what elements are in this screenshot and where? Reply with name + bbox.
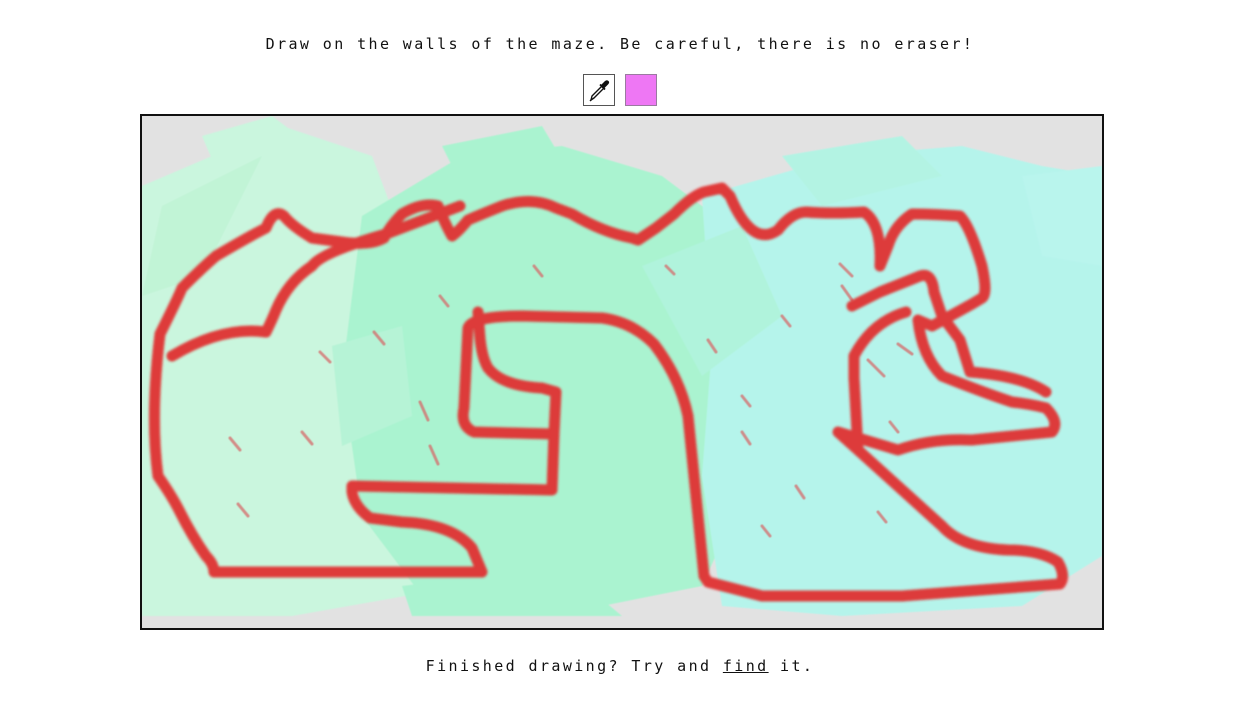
eyedropper-button[interactable]	[583, 74, 615, 106]
find-link[interactable]: find	[723, 657, 769, 675]
footer-suffix: it.	[768, 657, 815, 675]
toolbar	[583, 74, 657, 106]
instruction-text: Draw on the walls of the maze. Be carefu…	[265, 35, 975, 53]
maze-drawing	[142, 116, 1102, 616]
current-color-swatch[interactable]	[625, 74, 657, 106]
drawing-canvas[interactable]	[140, 114, 1104, 630]
eyedropper-icon	[589, 80, 610, 102]
footer-prefix: Finished drawing? Try and	[425, 657, 723, 675]
footer-text: Finished drawing? Try and find it.	[0, 656, 1240, 676]
